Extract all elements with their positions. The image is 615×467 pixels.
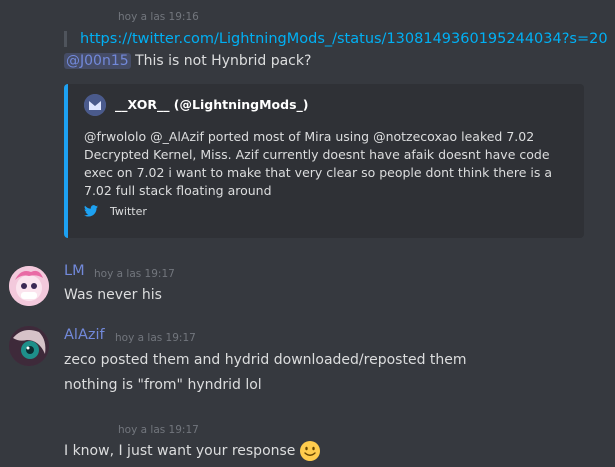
message-body: This is not Hynbrid pack? <box>130 53 312 69</box>
username[interactable]: AlAzif <box>64 327 105 343</box>
message-text: Was never his <box>64 287 162 303</box>
message-text: nothing is "from" hyndrid lol <box>64 377 262 393</box>
message-timestamp: hoy a las 19:16 <box>118 11 199 23</box>
username[interactable]: LM <box>64 263 85 279</box>
embed-footer-text: Twitter <box>110 205 147 218</box>
message-text: @J00n15 This is not Hynbrid pack? <box>64 51 311 71</box>
user-mention[interactable]: @J00n15 <box>64 53 131 69</box>
twitter-embed: __XOR__ (@LightningMods_) @frwololo @_Al… <box>64 84 584 238</box>
avatar[interactable] <box>9 266 49 306</box>
quote-bar <box>64 31 67 47</box>
message-timestamp: hoy a las 19:17 <box>94 268 175 280</box>
embed-author-avatar[interactable] <box>84 94 106 116</box>
message-text: I know, I just want your response <box>64 440 321 462</box>
message-body: I know, I just want your response <box>64 443 296 459</box>
twitter-bird-icon <box>84 205 98 217</box>
slightly-smiling-face-icon <box>300 441 321 461</box>
message-text: zeco posted them and hydrid downloaded/r… <box>64 352 467 368</box>
message-timestamp: hoy a las 19:17 <box>118 424 199 436</box>
embed-author-name[interactable]: __XOR__ (@LightningMods_) <box>115 97 309 112</box>
embed-description: @frwololo @_AlAzif ported most of Mira u… <box>84 129 553 198</box>
message-timestamp: hoy a las 19:17 <box>115 332 196 344</box>
tweet-link[interactable]: https://twitter.com/LightningMods_/statu… <box>80 28 608 50</box>
avatar[interactable] <box>9 326 49 366</box>
